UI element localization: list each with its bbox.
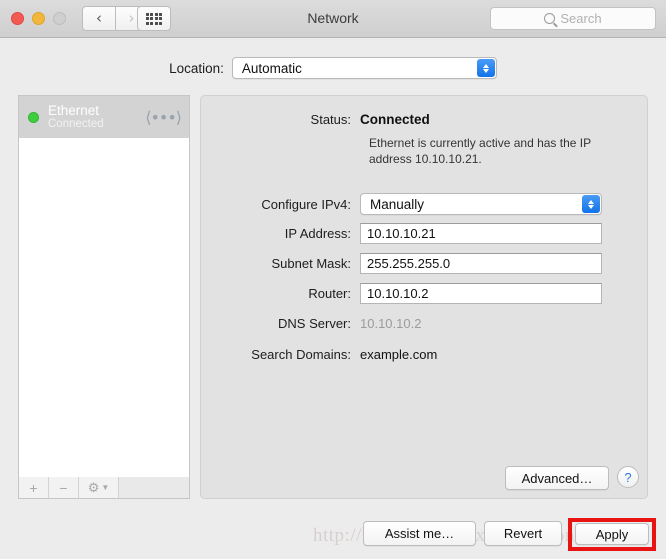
revert-button[interactable]: Revert <box>484 521 562 546</box>
configure-ipv4-popup-button[interactable]: Manually <box>360 193 602 215</box>
router-input[interactable]: 10.10.10.2 <box>360 283 602 304</box>
search-domains-value: example.com <box>360 347 438 362</box>
service-name: Ethernet <box>48 103 100 118</box>
list-item-ethernet[interactable]: Ethernet Connected ⟨•••⟩ <box>19 96 189 138</box>
status-label: Status: <box>310 112 351 127</box>
subnet-mask-input[interactable]: 255.255.255.0 <box>360 253 602 274</box>
status-value: Connected <box>360 112 430 127</box>
assist-me-button[interactable]: Assist me… <box>363 521 476 546</box>
search-field[interactable]: Search <box>490 7 656 30</box>
status-description: Ethernet is currently active and has the… <box>369 136 591 166</box>
search-domains-label: Search Domains: <box>251 347 351 362</box>
search-icon <box>544 13 556 24</box>
ip-address-label: IP Address: <box>284 226 351 241</box>
chevron-down-icon: ▼ <box>101 483 110 492</box>
service-actions-button[interactable]: ⚙ ▼ <box>79 477 119 498</box>
add-service-button[interactable]: + <box>19 477 49 498</box>
location-popup-button[interactable]: Automatic <box>231 57 497 79</box>
dns-server-value: 10.10.10.2 <box>360 316 422 331</box>
chevron-updown-icon <box>476 59 495 77</box>
status-row: Status: Connected <box>200 112 430 127</box>
dns-server-label: DNS Server: <box>278 316 351 331</box>
search-placeholder: Search <box>560 11 602 26</box>
router-row: Router: 10.10.10.2 <box>200 283 602 304</box>
help-button[interactable]: ? <box>617 466 639 488</box>
status-indicator-dot <box>28 111 39 123</box>
toolbar-filler <box>119 477 189 498</box>
search-domains-row: Search Domains: example.com <box>200 347 437 362</box>
chevron-updown-icon <box>582 195 600 213</box>
network-services-list[interactable]: Ethernet Connected ⟨•••⟩ <box>18 95 190 495</box>
service-status: Connected <box>48 118 104 131</box>
configure-ipv4-row: Configure IPv4: Manually <box>200 193 602 215</box>
remove-service-button[interactable]: − <box>49 477 79 498</box>
configure-ipv4-value: Manually <box>370 196 425 212</box>
location-value: Automatic <box>241 60 302 76</box>
subnet-mask-label: Subnet Mask: <box>271 256 352 271</box>
advanced-button[interactable]: Advanced… <box>505 466 609 490</box>
configure-ipv4-label: Configure IPv4: <box>261 196 351 212</box>
apply-button-highlight <box>568 518 656 551</box>
gear-icon: ⚙ <box>87 479 100 495</box>
ip-address-input[interactable]: 10.10.10.21 <box>360 223 602 244</box>
location-row: Location: Automatic <box>0 57 666 79</box>
window-titlebar: ‹ › Network Search <box>0 0 666 38</box>
subnet-mask-row: Subnet Mask: 255.255.255.0 <box>200 253 602 274</box>
location-label: Location: <box>169 60 224 76</box>
ethernet-connector-icon: ⟨•••⟩ <box>145 107 182 127</box>
dns-server-row: DNS Server: 10.10.10.2 <box>200 316 421 331</box>
service-text: Ethernet Connected <box>48 103 145 131</box>
ip-address-row: IP Address: 10.10.10.21 <box>200 223 602 244</box>
router-label: Router: <box>308 286 351 301</box>
services-list-toolbar: + − ⚙ ▼ <box>18 477 190 499</box>
